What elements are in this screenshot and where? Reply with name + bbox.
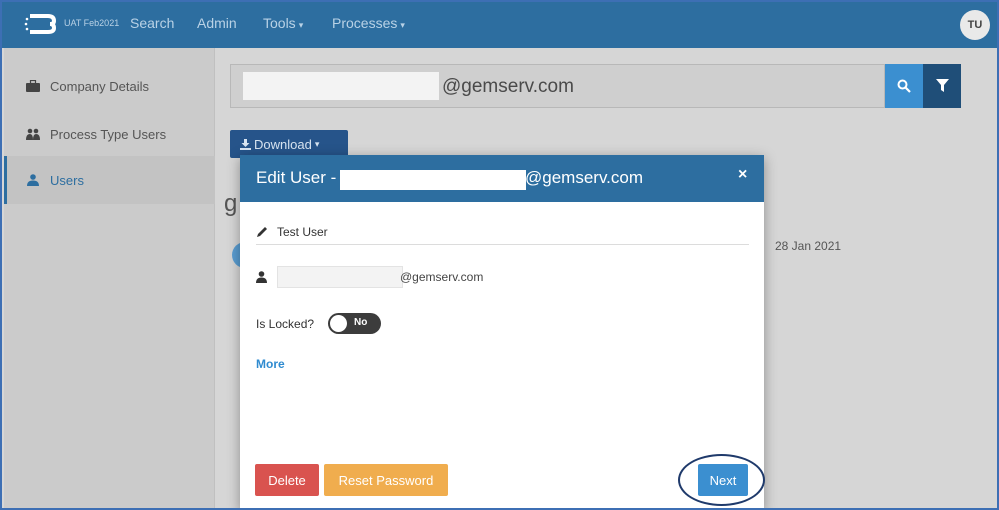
chevron-down-icon: ▾ (298, 20, 304, 30)
modal-header: Edit User - @gemserv.com × (240, 155, 764, 202)
nav-processes-menu[interactable]: Processes ▾ (332, 15, 405, 31)
background-heading: g (224, 190, 238, 217)
download-icon (240, 138, 251, 150)
nav-processes-label: Processes (332, 15, 398, 31)
chevron-down-icon: ▾ (400, 20, 405, 30)
environment-label: UAT Feb2021 (64, 18, 120, 28)
name-value: Test User (277, 225, 328, 239)
app-logo[interactable] (24, 12, 56, 36)
nav-admin[interactable]: Admin (197, 15, 237, 31)
sidebar-item-label: Company Details (50, 78, 149, 94)
close-icon[interactable]: × (738, 166, 747, 184)
sidebar-item-label: Users (50, 172, 84, 188)
is-locked-toggle[interactable]: No (328, 313, 381, 334)
redacted-text (340, 170, 526, 190)
background-date: 28 Jan 2021 (775, 239, 842, 253)
briefcase-icon (26, 80, 40, 92)
chevron-down-icon: ▾ (314, 138, 320, 149)
toggle-state: No (354, 317, 368, 328)
app-window: UAT Feb2021 Search Admin Tools ▾ Processe… (0, 0, 999, 510)
filter-icon (935, 79, 949, 92)
edit-user-modal: Edit User - @gemserv.com × Test User @ge… (240, 155, 765, 508)
user-avatar[interactable]: TU (960, 10, 990, 40)
name-field[interactable]: Test User (256, 223, 749, 245)
sidebar-item-company-details[interactable]: Company Details (4, 62, 215, 110)
user-icon (256, 271, 267, 283)
search-input-value: @gemserv.com (442, 76, 574, 97)
nav-tools-label: Tools (263, 15, 296, 31)
next-button[interactable]: Next (698, 464, 748, 496)
nav-tools-menu[interactable]: Tools ▾ (263, 15, 303, 31)
top-navbar: UAT Feb2021 Search Admin Tools ▾ Processe… (2, 2, 997, 48)
reset-password-button[interactable]: Reset Password (324, 464, 448, 496)
download-label: Download (254, 136, 312, 152)
is-locked-label: Is Locked? (256, 317, 315, 331)
sidebar-item-label: Process Type Users (50, 126, 167, 142)
sidebar-item-process-type-users[interactable]: Process Type Users (4, 110, 215, 158)
email-value: @gemserv.com (400, 270, 484, 284)
user-icon (27, 174, 39, 186)
sidebar: Company Details Process Type Users Users (4, 48, 215, 508)
modal-title: Edit User - (256, 168, 337, 187)
search-icon (897, 79, 911, 93)
filter-button[interactable] (923, 64, 961, 108)
more-link[interactable]: More (256, 357, 285, 371)
delete-button[interactable]: Delete (255, 464, 319, 496)
pencil-icon (257, 227, 267, 237)
redacted-text (277, 266, 403, 288)
users-icon (26, 128, 40, 140)
nav-search[interactable]: Search (130, 15, 174, 31)
search-button[interactable] (885, 64, 923, 108)
redacted-text (243, 72, 439, 100)
download-button[interactable]: Download ▾ (230, 130, 348, 158)
sidebar-item-users[interactable]: Users (4, 156, 215, 204)
modal-title-email: @gemserv.com (525, 168, 644, 187)
toggle-knob (330, 315, 347, 332)
